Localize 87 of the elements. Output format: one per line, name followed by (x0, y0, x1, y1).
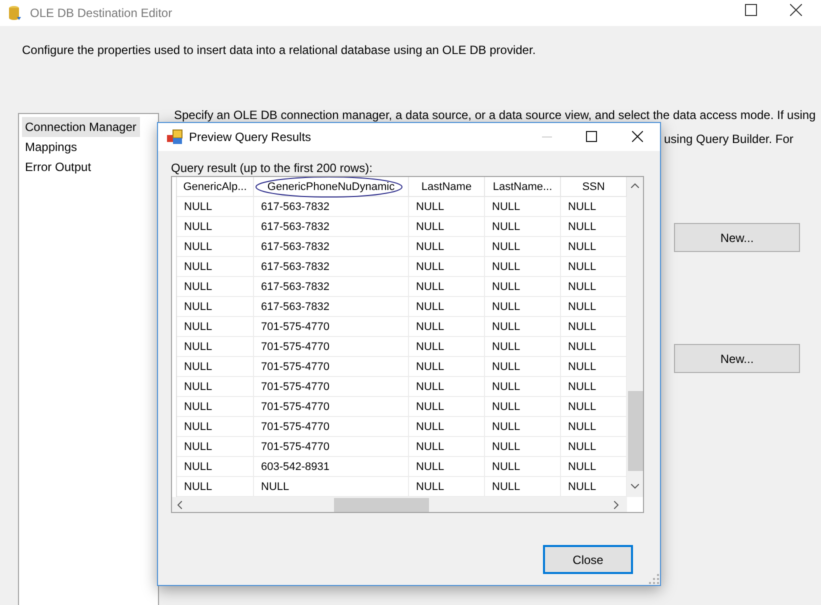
table-cell: 701-575-4770 (254, 377, 409, 397)
table-cell: NULL (409, 317, 485, 337)
table-cell: NULL (409, 397, 485, 417)
table-cell: 617-563-7832 (254, 217, 409, 237)
table-cell: NULL (409, 217, 485, 237)
sidebar-item[interactable]: Connection Manager (22, 117, 140, 137)
dialog-title: Preview Query Results (189, 129, 312, 146)
resize-grip-icon[interactable] (649, 574, 659, 584)
column-header[interactable]: LastName... (485, 177, 561, 197)
table-cell: 617-563-7832 (254, 277, 409, 297)
scrollbar-thumb[interactable] (334, 498, 429, 512)
table-cell: NULL (409, 297, 485, 317)
maximize-button[interactable] (745, 4, 757, 16)
table-cell: NULL (409, 457, 485, 477)
instruction-text: using Query Builder. For (664, 131, 794, 148)
table-cell: 617-563-7832 (254, 297, 409, 317)
table-cell: NULL (177, 377, 254, 397)
table-cell: NULL (177, 457, 254, 477)
table-cell: NULL (485, 317, 561, 337)
table-cell: 701-575-4770 (254, 437, 409, 457)
table-cell: 701-575-4770 (254, 417, 409, 437)
table-cell: NULL (409, 257, 485, 277)
table-cell: NULL (485, 397, 561, 417)
close-icon[interactable] (632, 131, 643, 142)
table-cell: NULL (177, 437, 254, 457)
table-cell: 617-563-7832 (254, 237, 409, 257)
table-cell: NULL (409, 357, 485, 377)
table-cell: 617-563-7832 (254, 257, 409, 277)
horizontal-scrollbar[interactable] (172, 497, 627, 512)
table-cell: NULL (177, 277, 254, 297)
table-cell: NULL (177, 337, 254, 357)
table-cell: NULL (485, 217, 561, 237)
table-cell: NULL (485, 437, 561, 457)
table-cell: NULL (409, 197, 485, 217)
table-cell: 701-575-4770 (254, 397, 409, 417)
table-cell: NULL (409, 437, 485, 457)
scroll-up-icon[interactable] (631, 183, 639, 188)
table-cell: NULL (409, 337, 485, 357)
table-cell: 701-575-4770 (254, 317, 409, 337)
scroll-left-icon[interactable] (177, 501, 182, 509)
table-cell: NULL (485, 357, 561, 377)
table-cell: NULL (177, 197, 254, 217)
table-cell: NULL (485, 457, 561, 477)
sidebar-item[interactable]: Mappings (22, 137, 155, 157)
table-cell: NULL (177, 237, 254, 257)
table-cell: NULL (485, 237, 561, 257)
table-cell: 603-542-8931 (254, 457, 409, 477)
table-cell: NULL (177, 257, 254, 277)
table-cell: NULL (177, 217, 254, 237)
table-cell: NULL (409, 377, 485, 397)
table-cell: NULL (485, 417, 561, 437)
description-text: Configure the properties used to insert data into a relational database using an OLE DB provider. (22, 42, 536, 59)
table-cell: NULL (485, 377, 561, 397)
scrollbar-thumb[interactable] (628, 391, 643, 471)
sidebar-item[interactable]: Error Output (22, 157, 155, 177)
new-button[interactable]: New... (674, 344, 800, 373)
table-icon (167, 129, 183, 145)
table-cell: NULL (177, 317, 254, 337)
table-cell: NULL (485, 337, 561, 357)
table-cell: NULL (485, 197, 561, 217)
column-header[interactable]: LastName (409, 177, 485, 197)
table-cell: NULL (409, 277, 485, 297)
maximize-button[interactable] (586, 131, 597, 142)
scroll-down-icon[interactable] (631, 484, 639, 489)
table-cell: NULL (177, 357, 254, 377)
close-button[interactable]: Close (543, 545, 633, 574)
vertical-scrollbar[interactable] (627, 177, 643, 497)
table-cell: NULL (485, 257, 561, 277)
table-cell: NULL (177, 417, 254, 437)
result-label: Query result (up to the first 200 rows): (171, 160, 374, 176)
table-cell: 617-563-7832 (254, 197, 409, 217)
new-button[interactable]: New... (674, 223, 800, 252)
table-cell: NULL (485, 297, 561, 317)
column-header[interactable]: GenericAlp... (177, 177, 254, 197)
instruction-text: Specify an OLE DB connection manager, a data source, or a data source view, and select the data access mode. If using (174, 107, 816, 124)
table-cell: NULL (485, 277, 561, 297)
column-header[interactable]: GenericPhoneNuDynamic (254, 177, 409, 197)
table-cell: NULL (177, 297, 254, 317)
table-cell: NULL (409, 237, 485, 257)
scroll-right-icon[interactable] (614, 501, 619, 509)
window-title: OLE DB Destination Editor (30, 5, 172, 22)
table-cell: 701-575-4770 (254, 357, 409, 377)
table-cell: NULL (409, 417, 485, 437)
table-cell: 701-575-4770 (254, 337, 409, 357)
table-cell: NULL (177, 397, 254, 417)
close-icon[interactable] (790, 4, 802, 16)
database-icon (8, 5, 22, 21)
